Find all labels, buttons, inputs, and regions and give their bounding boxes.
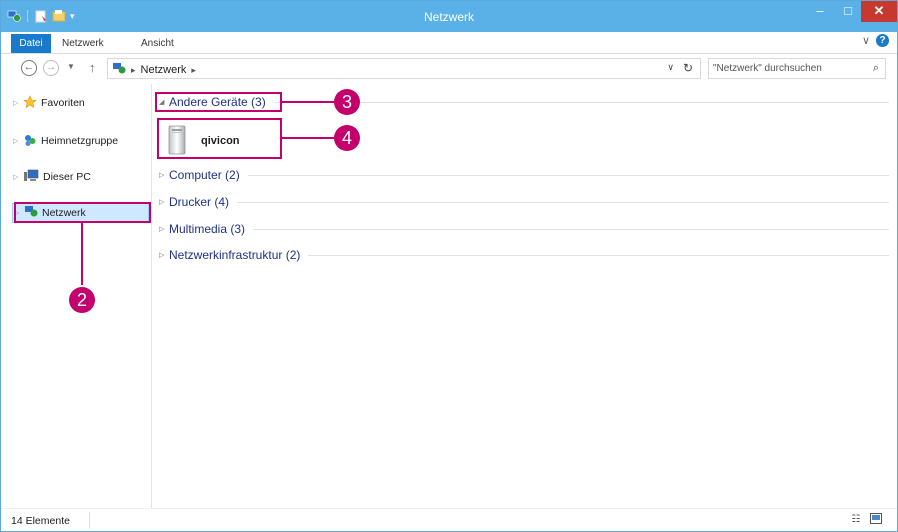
callout-box-3 (155, 92, 282, 112)
window-title: Netzwerk (423, 10, 474, 24)
status-bar: 14 Elemente ☷ (1, 508, 897, 531)
nav-item-label: Favoriten (41, 97, 85, 109)
callout-line-3 (282, 101, 334, 103)
refresh-icon[interactable]: ↻ (683, 61, 693, 75)
callout-line-2 (81, 223, 83, 285)
expand-icon[interactable]: ▷ (159, 225, 169, 233)
group-multimedia[interactable]: ▷ Multimedia (3) (159, 220, 889, 238)
back-button[interactable]: ← (21, 60, 37, 76)
forward-button[interactable]: → (43, 60, 59, 76)
nav-item-heimnetzgruppe[interactable]: ▷ Heimnetzgruppe (13, 131, 118, 151)
search-icon[interactable]: ⌕ (873, 62, 879, 75)
up-button[interactable]: ↑ (89, 60, 96, 75)
recent-locations-icon[interactable]: ▼ (67, 62, 75, 71)
homegroup-icon (23, 133, 37, 150)
expand-icon[interactable]: ▷ (13, 137, 19, 145)
address-bar[interactable]: ▸ Netzwerk ▸ ∨ ↻ (107, 58, 701, 79)
callout-number-4: 4 (334, 125, 360, 151)
callout-number-2: 2 (69, 287, 95, 313)
title-bar[interactable]: ▾ Netzwerk – □ ✕ (1, 1, 897, 32)
close-button[interactable]: ✕ (861, 1, 897, 22)
expand-icon[interactable]: ▷ (159, 251, 169, 259)
expand-icon[interactable]: ▷ (13, 99, 19, 107)
breadcrumb-separator-icon[interactable]: ▸ (131, 65, 136, 76)
item-count: 14 Elemente (11, 515, 70, 527)
group-divider (273, 101, 889, 103)
ribbon-tabs: Datei Netzwerk Ansicht ∨ ? (1, 32, 897, 54)
nav-item-dieser-pc[interactable]: ▷ Dieser PC (13, 167, 91, 187)
breadcrumb-separator-icon[interactable]: ▸ (191, 65, 196, 76)
help-icon[interactable]: ? (876, 34, 889, 47)
group-divider (237, 201, 889, 203)
expand-icon[interactable]: ▷ (159, 171, 169, 179)
address-row: ← → ▼ ↑ ▸ Netzwerk ▸ ∨ ↻ ⌕ (1, 54, 897, 84)
nav-item-label: Heimnetzgruppe (41, 135, 119, 147)
large-icons-view-icon[interactable] (869, 513, 883, 526)
group-label: Drucker (4) (169, 195, 230, 209)
group-label: Computer (2) (169, 168, 240, 182)
ribbon-expand-icon[interactable]: ∨ (862, 34, 870, 47)
address-dropdown-icon[interactable]: ∨ (667, 62, 674, 73)
details-view-icon[interactable]: ☷ (849, 513, 863, 526)
star-icon (23, 94, 37, 112)
tab-ansicht[interactable]: Ansicht (141, 35, 174, 52)
nav-item-favoriten[interactable]: ▷ Favoriten (13, 93, 85, 113)
group-divider (253, 228, 889, 230)
maximize-button[interactable]: □ (834, 1, 862, 22)
expand-icon[interactable]: ▷ (159, 198, 169, 206)
explorer-window: ▾ Netzwerk – □ ✕ Datei Netzwerk Ansicht … (0, 0, 898, 532)
computer-icon (23, 169, 39, 186)
group-computer[interactable]: ▷ Computer (2) (159, 166, 889, 184)
callout-line-4 (282, 137, 334, 139)
group-label: Netzwerkinfrastruktur (2) (169, 248, 301, 262)
tab-datei[interactable]: Datei (11, 34, 51, 53)
callout-number-3: 3 (334, 89, 360, 115)
group-label: Multimedia (3) (169, 222, 246, 236)
network-icon (112, 62, 126, 78)
search-input[interactable] (711, 60, 861, 77)
group-drucker[interactable]: ▷ Drucker (4) (159, 193, 889, 211)
group-netzwerkinfrastruktur[interactable]: ▷ Netzwerkinfrastruktur (2) (159, 246, 889, 264)
callout-box-4 (157, 118, 282, 159)
nav-item-label: Dieser PC (43, 171, 91, 183)
search-box[interactable]: ⌕ (708, 58, 886, 79)
minimize-button[interactable]: – (806, 1, 834, 22)
expand-icon[interactable]: ▷ (13, 173, 19, 181)
breadcrumb-item[interactable]: Netzwerk (141, 64, 187, 76)
callout-box-2 (14, 202, 151, 223)
tab-netzwerk[interactable]: Netzwerk (62, 35, 104, 52)
group-divider (308, 254, 889, 256)
breadcrumb: ▸ Netzwerk ▸ (112, 62, 196, 78)
status-separator (89, 512, 90, 529)
ribbon-controls: ∨ ? (862, 34, 889, 47)
group-divider (247, 174, 889, 176)
